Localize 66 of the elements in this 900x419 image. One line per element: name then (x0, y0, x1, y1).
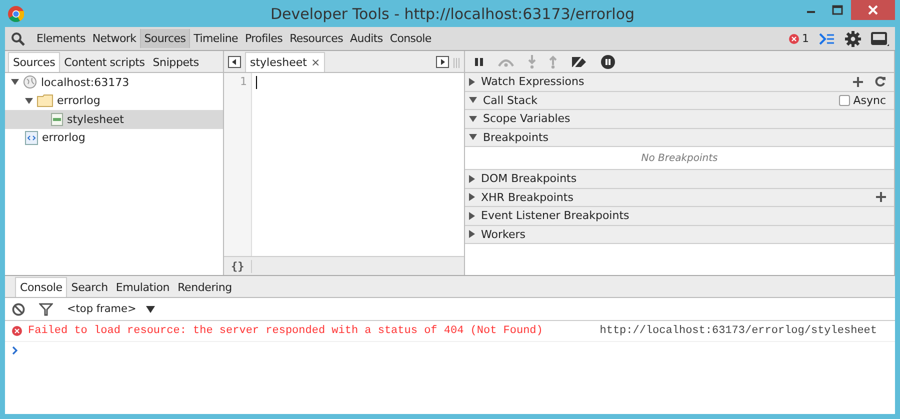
window-title: Developer Tools - http://localhost:63173/errorlog (269, 4, 636, 22)
navigator-tab[interactable]: Content scripts (60, 53, 149, 72)
panel-tab[interactable]: Console (386, 29, 435, 48)
refresh-icon[interactable] (875, 76, 886, 88)
drawer-tab[interactable]: Rendering (174, 278, 236, 297)
clear-console-icon[interactable] (12, 302, 25, 316)
source-link[interactable]: http://localhost:63173/errorlog/stylesheet (600, 325, 877, 337)
pause-on-exceptions-icon[interactable] (601, 54, 615, 68)
add-icon[interactable] (876, 192, 886, 202)
section-header[interactable]: DOM Breakpoints (465, 170, 894, 188)
add-icon[interactable] (853, 76, 863, 87)
console-drawer-icon[interactable] (819, 32, 835, 44)
panel-tab[interactable]: Network (88, 29, 140, 48)
globe-icon (23, 75, 37, 90)
tree-item[interactable]: errorlog (5, 92, 223, 110)
close-button[interactable] (851, 0, 895, 20)
pretty-print-button[interactable]: {} (224, 260, 252, 272)
tree-item[interactable]: errorlog (5, 128, 223, 147)
maximize-icon (832, 5, 843, 15)
drawer-tab[interactable]: Emulation (112, 278, 174, 297)
close-tab-button[interactable]: × (310, 56, 320, 69)
folder-icon (37, 94, 53, 108)
error-count[interactable]: 1 (802, 32, 809, 45)
drawer-tab[interactable]: Console (15, 277, 68, 297)
panel-tab[interactable]: Profiles (242, 29, 286, 48)
caret-icon (146, 306, 156, 312)
document-icon (25, 130, 38, 145)
error-icon (789, 34, 799, 44)
drawer-tab[interactable]: Search (67, 278, 112, 297)
panel-tab[interactable]: Resources (286, 29, 347, 48)
filter-icon[interactable] (39, 302, 53, 316)
error-icon (12, 326, 22, 336)
navigator-tab[interactable]: Snippets (148, 53, 203, 72)
panel-tab[interactable]: Sources (140, 29, 190, 48)
browser-logo-icon (8, 6, 24, 22)
grip-icon (453, 58, 460, 68)
section-header[interactable]: Workers (465, 226, 894, 244)
navigator-tab[interactable]: Sources (8, 52, 60, 72)
line-number: 1 (239, 75, 247, 88)
section-header[interactable]: Scope Variables (465, 110, 894, 128)
panel-tab[interactable]: Audits (346, 29, 386, 48)
pause-icon[interactable] (474, 56, 484, 66)
panel-tab[interactable]: Elements (33, 29, 89, 48)
search-icon[interactable] (11, 32, 25, 46)
dock-icon[interactable] (871, 30, 889, 46)
section-header[interactable]: Watch Expressions (465, 73, 894, 92)
section-header[interactable]: XHR Breakpoints (465, 188, 894, 207)
panel-tab[interactable]: Timeline (190, 29, 242, 48)
editor-tab[interactable]: stylesheet × (245, 52, 326, 72)
empty-message: No Breakpoints (641, 152, 718, 164)
frame-selector[interactable]: <top frame> (67, 303, 156, 315)
stylesheet-file-icon (51, 112, 63, 126)
text-cursor (256, 76, 257, 89)
prompt-icon[interactable] (12, 346, 18, 355)
settings-icon[interactable] (845, 30, 861, 46)
toggle-navigator-icon[interactable] (228, 56, 241, 68)
tree-item[interactable]: localhost:63173 (5, 73, 223, 92)
close-icon (868, 5, 878, 15)
deactivate-breakpoints-icon[interactable] (570, 56, 588, 68)
section-header[interactable]: Event Listener Breakpoints (465, 207, 894, 226)
section-header[interactable]: Call Stack Async (465, 92, 894, 110)
section-header[interactable]: Breakpoints (465, 128, 894, 147)
async-checkbox[interactable]: Async (839, 94, 886, 107)
toggle-debugger-icon[interactable] (436, 56, 449, 68)
console-message: Failed to load resource: the server responded with a status of 404 (Not Found) (28, 325, 543, 337)
tree-item[interactable]: stylesheet (5, 110, 223, 128)
